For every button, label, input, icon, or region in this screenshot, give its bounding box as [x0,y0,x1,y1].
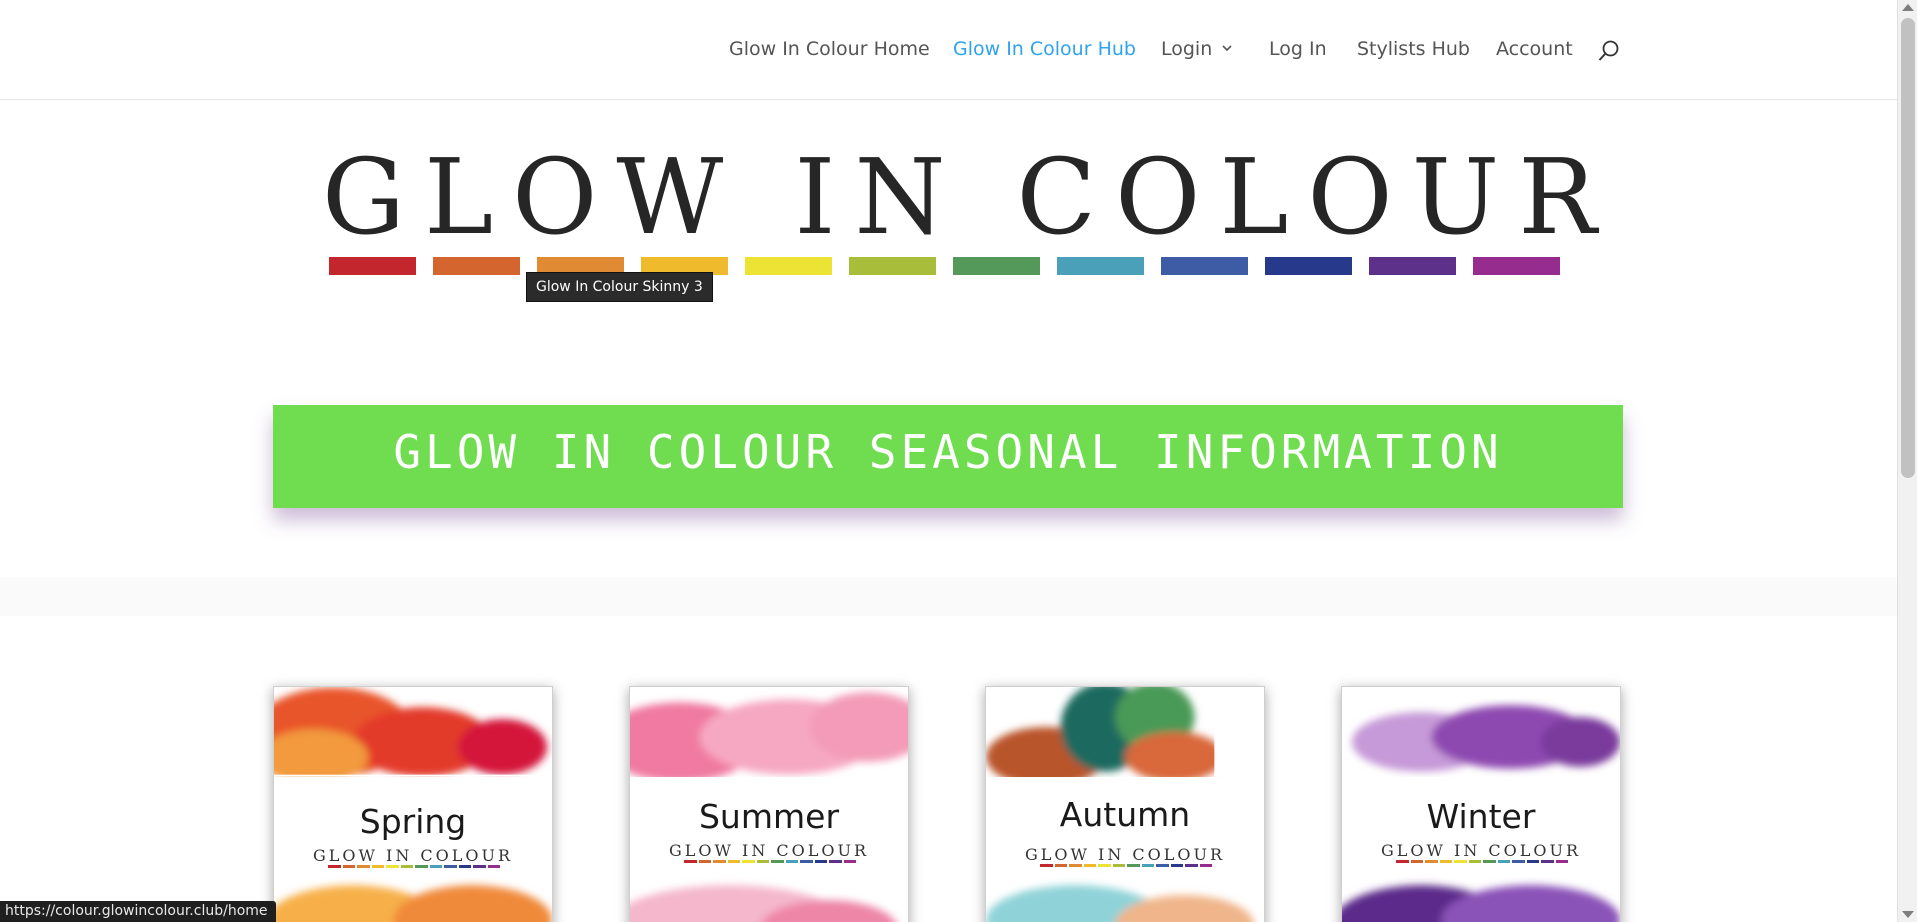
scroll-down-arrow-icon[interactable] [1902,911,1914,918]
winter-card-logo: GLOW IN COLOUR [1380,841,1582,860]
season-card-winter[interactable]: Winter GLOW IN COLOUR [1341,686,1621,922]
nav-account[interactable]: Account [1496,38,1573,60]
season-title-summer: Summer [698,797,840,836]
spring-card-logo: GLOW IN COLOUR [312,846,514,865]
logo-swatch-teal [1057,257,1144,275]
summer-watercolor-top [630,692,908,777]
nav-stylists-hub[interactable]: Stylists Hub [1357,38,1470,60]
logo-swatch-blue [1161,257,1248,275]
logo-swatch-red [329,257,416,275]
logo-text: GLOW IN COLOUR [322,136,1616,258]
summer-card-logo-bar [684,860,856,863]
season-card-autumn[interactable]: Autumn GLOW IN COLOUR [985,686,1265,922]
nav-log-in[interactable]: Log In [1269,38,1327,60]
logo-swatch-lime [849,257,936,275]
logo-swatch-yellow [745,257,832,275]
link-status-bar: https://colour.glowincolour.club/home [0,901,276,922]
scroll-up-arrow-icon[interactable] [1902,4,1914,11]
spring-card-logo-bar [328,865,500,868]
logo-swatch-orange [433,257,520,275]
summer-card-logo: GLOW IN COLOUR [668,841,870,860]
nav-glow-in-colour-hub[interactable]: Glow In Colour Hub [953,38,1136,60]
season-card-spring[interactable]: Spring GLOW IN COLOUR [273,686,553,922]
winter-watercolor-top [1351,705,1620,772]
winter-watercolor-bottom [1342,885,1620,922]
autumn-card-logo: GLOW IN COLOUR [1024,845,1226,864]
section-divider-band [0,577,1897,616]
logo-swatch-magenta [1473,257,1560,275]
nav-login-menu[interactable]: Login [1161,38,1212,60]
chevron-down-icon[interactable] [1219,40,1235,56]
season-card-summer[interactable]: Summer GLOW IN COLOUR [629,686,909,922]
spring-watercolor-top [274,687,552,777]
spring-watercolor-bottom [274,885,552,922]
nav-glow-in-colour-home[interactable]: Glow In Colour Home [729,38,930,60]
season-title-winter: Winter [1426,797,1536,836]
logo-swatch-purple [1369,257,1456,275]
banner-title: GLOW IN COLOUR SEASONAL INFORMATION [393,425,1503,479]
scrollbar-thumb[interactable] [1901,18,1915,478]
image-tooltip: Glow In Colour Skinny 3 [526,272,713,302]
autumn-watercolor-top [986,687,1264,777]
search-icon[interactable] [1597,39,1621,63]
season-title-autumn: Autumn [1059,795,1191,834]
summer-watercolor-bottom [630,885,896,922]
site-header: Glow In Colour Home Glow In Colour Hub L… [0,0,1897,100]
autumn-card-logo-bar [1040,864,1212,867]
logo-swatch-navy [1265,257,1352,275]
winter-card-logo-bar [1396,860,1568,863]
autumn-watercolor-bottom [986,885,1254,922]
logo-swatch-green [953,257,1040,275]
vertical-scrollbar[interactable] [1897,0,1917,922]
season-title-spring: Spring [359,802,467,841]
seasonal-information-banner[interactable]: GLOW IN COLOUR SEASONAL INFORMATION [273,405,1623,508]
